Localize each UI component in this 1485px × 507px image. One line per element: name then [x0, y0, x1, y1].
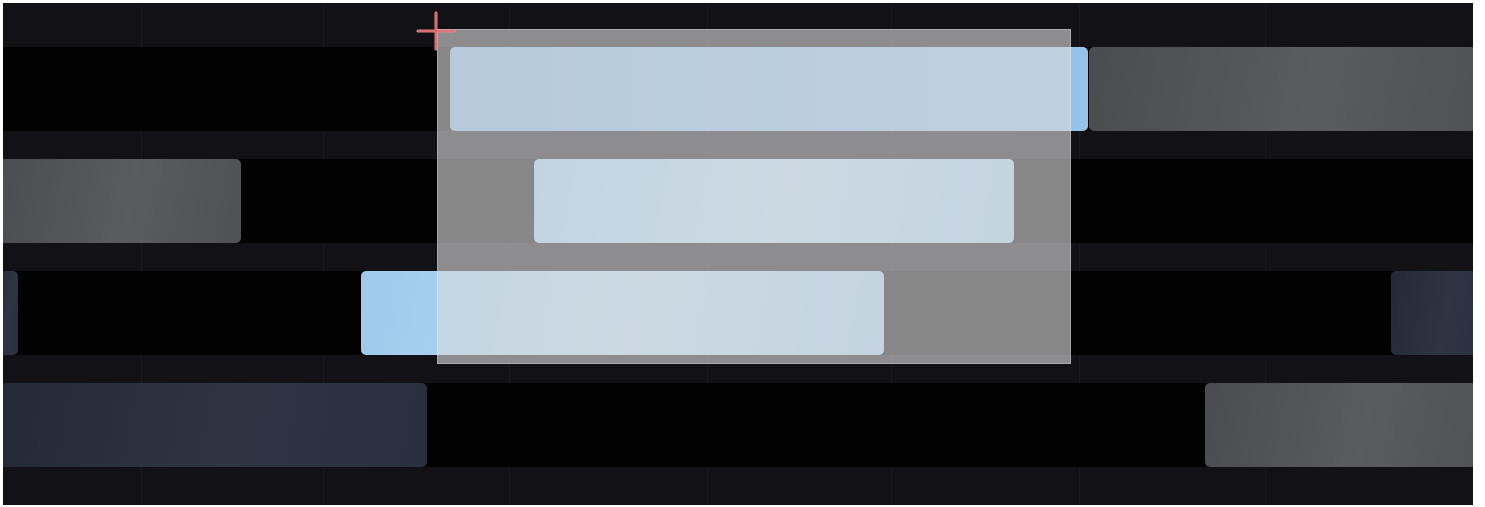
clip[interactable] [1205, 383, 1473, 467]
clip[interactable] [3, 271, 18, 355]
clip-selected[interactable] [534, 159, 1014, 243]
clip[interactable] [3, 383, 427, 467]
clip-selected[interactable] [361, 271, 884, 355]
clip-selected[interactable] [450, 47, 1088, 131]
clip[interactable] [1391, 271, 1473, 355]
clip[interactable] [1089, 47, 1473, 131]
clip[interactable] [3, 159, 241, 243]
timeline-canvas[interactable] [3, 3, 1473, 505]
